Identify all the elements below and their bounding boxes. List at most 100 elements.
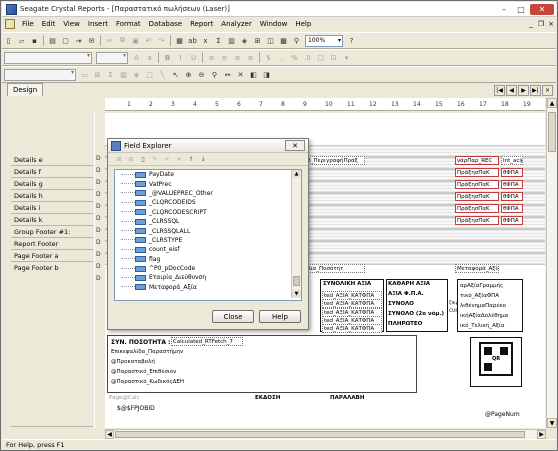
quantity-field[interactable]: Calculated_RTFetch_7 (171, 337, 243, 346)
list-item[interactable]: _CLRSSQL (115, 217, 301, 226)
field-explorer-titlebar[interactable]: Field Explorer ✕ (108, 139, 308, 153)
insert-box-icon[interactable]: □ (144, 69, 155, 80)
footer-field[interactable]: Επικεφαλίδα_Παραστήμην (111, 349, 183, 355)
align-center-icon[interactable]: ≡ (219, 52, 230, 63)
insert-field-icon[interactable]: ⊞ (114, 154, 124, 164)
vertical-scrollbar[interactable]: ▲ ▼ (546, 98, 557, 428)
list-item[interactable]: PayDate (115, 170, 301, 179)
menu-analyzer[interactable]: Analyzer (217, 20, 255, 28)
dialog-close-button[interactable]: ✕ (285, 140, 305, 151)
list-item[interactable]: Μεταφορά_Αξία (115, 283, 301, 292)
italic-icon[interactable]: I (175, 52, 186, 63)
formula-icon[interactable]: x (200, 35, 211, 46)
report-field[interactable]: θΦΠΑ (501, 168, 523, 177)
justify-icon[interactable]: ≡ (245, 52, 256, 63)
search-icon[interactable]: ⚲ (291, 35, 302, 46)
edit-icon[interactable]: ✎ (150, 154, 160, 164)
scroll-up-button[interactable]: ▲ (292, 170, 301, 178)
menu-file[interactable]: File (18, 20, 38, 28)
paste-icon[interactable]: ▣ (130, 35, 141, 46)
list-item[interactable]: ^P0_pDocCode (115, 264, 301, 273)
new-icon[interactable]: ▯ (3, 35, 14, 46)
amount-field[interactable]: αρΑξίαΓραμμής (459, 281, 521, 290)
zoom-combo[interactable]: 100% (305, 34, 343, 47)
report-field[interactable]: ΠράξησΠαΚ (455, 180, 499, 189)
menu-edit[interactable]: Edit (38, 20, 60, 28)
totals-field[interactable]: ted_ΑΞΙΑ_ΚΑΤΦΠΑ (322, 299, 382, 308)
report-field[interactable]: ΠράξησΠαΚ (455, 192, 499, 201)
menu-insert[interactable]: Insert (84, 20, 112, 28)
menu-help[interactable]: Help (291, 20, 315, 28)
menu-format[interactable]: Format (112, 20, 145, 28)
list-item[interactable]: _CLQRCODESCRIPT (115, 208, 301, 217)
align-right-icon[interactable]: ≡ (232, 52, 243, 63)
scroll-down-button[interactable]: ▼ (547, 418, 557, 428)
preview-icon[interactable]: ▢ (60, 35, 71, 46)
first-page-button[interactable]: |◀ (494, 85, 505, 96)
new-icon[interactable]: ▯ (138, 154, 148, 164)
section-page-footer-a[interactable]: Page Footer a (11, 250, 93, 262)
horizontal-scrollbar[interactable]: ◀ ▶ (105, 429, 546, 439)
olap-icon[interactable]: ◫ (265, 35, 276, 46)
footer-field[interactable]: @Παραστικό_Επιθέσιον (111, 369, 176, 375)
filter-icon[interactable]: ▾ (341, 52, 352, 63)
sum-icon[interactable]: Σ (213, 35, 224, 46)
scroll-right-button[interactable]: ▶ (537, 430, 546, 439)
copy-icon[interactable]: ⧉ (117, 35, 128, 46)
arrange-icon[interactable]: ◨ (261, 69, 272, 80)
amount-field[interactable]: ικήΑξίαΔολέθημα (459, 311, 521, 320)
report-field[interactable]: Int_асір (501, 156, 523, 165)
move-down-icon[interactable]: ↓ (198, 154, 208, 164)
maximize-button[interactable]: □ (513, 4, 529, 15)
scroll-left-button[interactable]: ◀ (105, 430, 114, 439)
mdi-close-button[interactable]: × (546, 20, 556, 29)
shrink-font-icon[interactable]: a (144, 52, 155, 63)
list-item[interactable]: flag (115, 255, 301, 264)
next-page-button[interactable]: ▶ (518, 85, 529, 96)
report-field[interactable]: Δια_Ποσότητ (305, 264, 365, 273)
close-button[interactable]: Close (212, 310, 254, 323)
amount-field[interactable]: ικό_Τελική_Αξία (459, 321, 521, 330)
picture-icon[interactable]: ▩ (278, 35, 289, 46)
zoom-in-icon[interactable]: ⊕ (183, 69, 194, 80)
section-details-i[interactable]: Details i (11, 202, 93, 214)
section-details-h[interactable]: Details h (11, 190, 93, 202)
mdi-minimize-button[interactable]: _ (526, 20, 536, 29)
list-item[interactable]: _CLQRCODEIDS (115, 198, 301, 207)
border-icon[interactable]: □ (315, 52, 326, 63)
help-icon[interactable]: ? (346, 35, 357, 46)
section-details-e[interactable]: Details e (11, 154, 93, 166)
report-field[interactable]: θΦΠΑ (501, 180, 523, 189)
list-item[interactable]: _CLRSSQLALL (115, 226, 301, 235)
report-field[interactable]: ΠράξησΠαΚ (455, 216, 499, 225)
footer-field[interactable]: @Προκαταβολή (111, 359, 155, 365)
document-icon[interactable] (5, 19, 15, 29)
list-scrollbar[interactable]: ▲ ▼ (291, 170, 301, 298)
subreport-icon[interactable]: ⊞ (252, 35, 263, 46)
move-up-icon[interactable]: ↑ (186, 154, 196, 164)
select-icon[interactable]: ↖ (170, 69, 181, 80)
page-calc-field[interactable]: Page@Calc (109, 395, 140, 401)
delete-icon[interactable]: ✕ (174, 154, 184, 164)
close-button[interactable]: ✕ (530, 3, 554, 15)
redo-icon[interactable]: ↷ (156, 35, 167, 46)
section-page-footer-b[interactable]: Page Footer b (11, 262, 93, 427)
database-icon[interactable]: ▦ (174, 35, 185, 46)
scroll-thumb[interactable] (548, 112, 556, 152)
percent-icon[interactable]: % (289, 52, 300, 63)
scroll-down-button[interactable]: ▼ (292, 290, 301, 298)
section-details-k[interactable]: Details k (11, 214, 93, 226)
currency-icon[interactable]: $ (263, 52, 274, 63)
grow-font-icon[interactable]: A (131, 52, 142, 63)
section-group-footer-1[interactable]: Group Footer #1: (11, 226, 93, 238)
menu-window[interactable]: Window (256, 20, 292, 28)
print-icon[interactable]: ▤ (47, 35, 58, 46)
mail-icon[interactable]: ✉ (86, 35, 97, 46)
scroll-thumb[interactable] (115, 431, 525, 438)
report-field[interactable]: Β_ΠεριγραφήΠράξ (305, 156, 365, 165)
amount-field[interactable]: λιθένημαΠαρέκο (459, 301, 521, 310)
align-left-icon[interactable]: ≡ (206, 52, 217, 63)
insert-summary-icon[interactable]: Σ (105, 69, 116, 80)
section-report-footer[interactable]: Report Footer (11, 238, 93, 250)
section-details-g[interactable]: Details g (11, 178, 93, 190)
